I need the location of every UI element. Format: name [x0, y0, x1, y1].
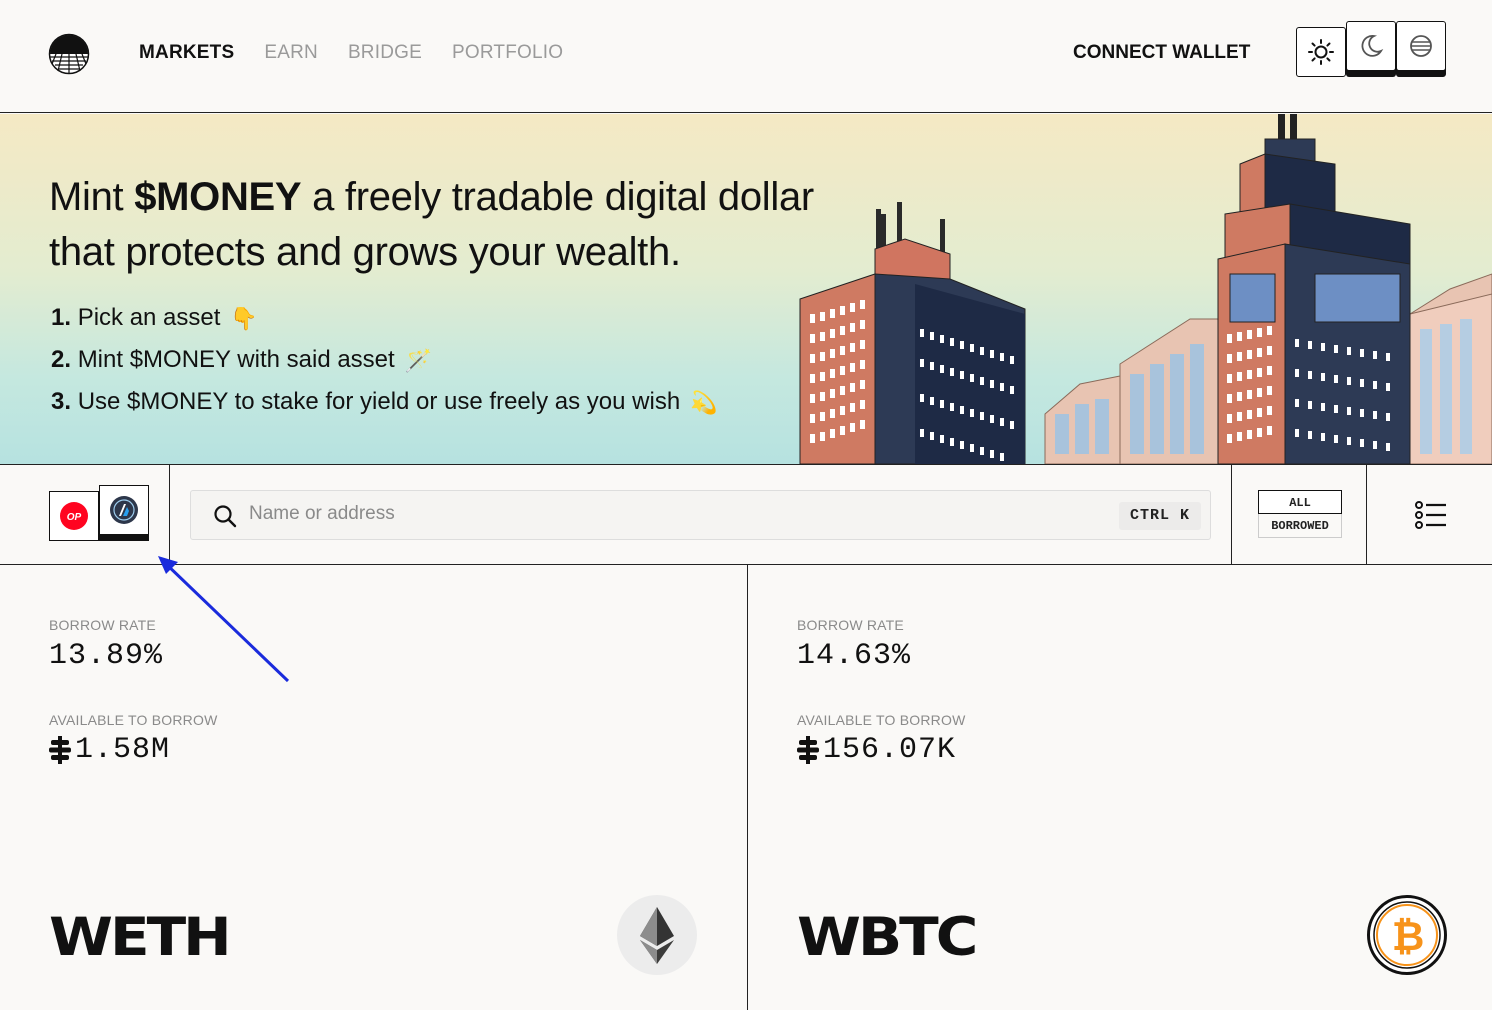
- chain-selector: OP: [0, 465, 170, 565]
- money-symbol-icon: [49, 736, 71, 764]
- market-card-weth[interactable]: BORROW RATE 13.89% AVAILABLE TO BORROW 1…: [0, 565, 747, 1010]
- bitcoin-icon: ₿: [1367, 895, 1447, 975]
- arbitrum-icon: [110, 496, 138, 524]
- top-header: MARKETS EARN BRIDGE PORTFOLIO CONNECT WA…: [0, 0, 1492, 113]
- borrow-rate-label: BORROW RATE: [797, 617, 904, 633]
- theme-light-button[interactable]: [1296, 27, 1346, 77]
- step-2: 2. Mint $MONEY with said asset 🪄: [51, 339, 718, 381]
- nav-portfolio[interactable]: PORTFOLIO: [452, 42, 563, 64]
- token-name: WBTC: [797, 906, 978, 968]
- step-3: 3. Use $MONEY to stake for yield or use …: [51, 381, 718, 423]
- list-view-button[interactable]: [1415, 501, 1447, 534]
- theme-system-button[interactable]: [1396, 21, 1446, 71]
- borrow-rate-value: 13.89%: [49, 639, 164, 673]
- main-nav: MARKETS EARN BRIDGE PORTFOLIO: [139, 42, 563, 64]
- svg-text:₿: ₿: [1392, 914, 1425, 960]
- nav-earn[interactable]: EARN: [264, 42, 318, 64]
- search-input[interactable]: [249, 503, 1049, 525]
- nav-bridge[interactable]: BRIDGE: [348, 42, 422, 64]
- moon-icon: [1361, 35, 1384, 57]
- available-value: 156.07K: [797, 733, 956, 767]
- market-filter-bar: OP CTRL K ALL BORROWED: [0, 464, 1492, 565]
- borrow-rate-value: 14.63%: [797, 639, 912, 673]
- money-symbol-icon: [797, 736, 819, 764]
- borrow-rate-label: BORROW RATE: [49, 617, 156, 633]
- search-icon: [214, 505, 237, 528]
- dizzy-star-icon: 💫: [690, 390, 718, 416]
- chain-arbitrum-button[interactable]: [99, 485, 149, 535]
- token-name: WETH: [49, 906, 232, 968]
- keyboard-shortcut-badge: CTRL K: [1118, 502, 1201, 530]
- pointing-down-icon: 👇: [230, 306, 258, 332]
- optimism-icon: OP: [60, 502, 88, 530]
- list-icon: [1415, 501, 1446, 529]
- filter-borrowed-button[interactable]: BORROWED: [1258, 514, 1342, 538]
- hero-title: Mint $MONEY a freely tradable digital do…: [49, 175, 814, 274]
- available-value: 1.58M: [49, 733, 170, 767]
- sun-icon: [1308, 39, 1334, 65]
- search-box: CTRL K: [190, 490, 1211, 540]
- connect-wallet-button[interactable]: CONNECT WALLET: [1073, 42, 1250, 64]
- hero-steps: 1. Pick an asset 👇 2. Mint $MONEY with sa…: [51, 297, 718, 423]
- logo-icon[interactable]: [48, 33, 90, 75]
- theme-dark-button[interactable]: [1346, 21, 1396, 71]
- city-skyline-illustration: [799, 114, 1492, 464]
- nav-markets[interactable]: MARKETS: [139, 42, 234, 64]
- market-card-wbtc[interactable]: BORROW RATE 14.63% AVAILABLE TO BORROW 1…: [748, 565, 1492, 1010]
- market-grid: BORROW RATE 13.89% AVAILABLE TO BORROW 1…: [0, 565, 1492, 1010]
- hero-banner: Mint $MONEY a freely tradable digital do…: [0, 114, 1492, 464]
- available-label: AVAILABLE TO BORROW: [797, 712, 966, 728]
- theme-switcher: [1296, 21, 1447, 78]
- step-1: 1. Pick an asset 👇: [51, 297, 718, 339]
- ethereum-icon: [617, 895, 697, 975]
- magic-wand-icon: 🪄: [404, 348, 433, 374]
- chain-optimism-button[interactable]: OP: [49, 491, 99, 541]
- globe-icon: [1410, 35, 1432, 57]
- filter-all-button[interactable]: ALL: [1258, 490, 1342, 514]
- svg-text:OP: OP: [67, 512, 82, 523]
- position-filter: ALL BORROWED: [1231, 465, 1367, 565]
- available-label: AVAILABLE TO BORROW: [49, 712, 218, 728]
